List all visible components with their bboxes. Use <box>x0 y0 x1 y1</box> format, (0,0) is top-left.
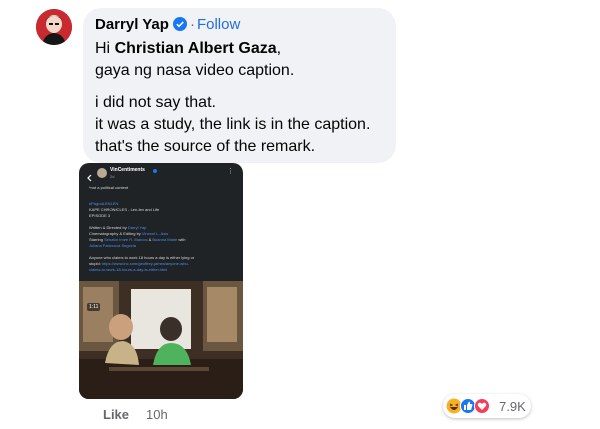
like-button[interactable]: Like <box>103 407 129 422</box>
caption-series: KAPE CHRONICLES - Len-len and Life <box>89 207 160 212</box>
author-name[interactable]: Darryl Yap <box>95 16 169 33</box>
cinema-name: Vincent L. Asis <box>141 231 169 236</box>
quote-link: https://www.inc.com/geoffrey-james/anyon… <box>101 261 189 266</box>
caption-written: Written & Directed by Darryl Yap <box>89 225 146 230</box>
video-duration: 1:11 <box>89 304 99 310</box>
caption-starring-2: Juliana Parizcova Segovia <box>89 243 136 248</box>
caption-starring: Starring Senator Imee R. Marcos & Buanna… <box>89 237 186 242</box>
love-icon <box>474 398 490 414</box>
source-verified-icon <box>153 169 157 173</box>
cinema-prefix: Cinematography & Editing by <box>89 231 142 236</box>
quote-prefix: stupid: <box>89 261 102 266</box>
comment-header: Darryl Yap · Follow <box>95 16 240 35</box>
source-avatar <box>97 168 107 178</box>
source-time: 2d <box>110 174 115 179</box>
caption-line-1: *not a political content <box>89 185 129 190</box>
greeting-text: Hi <box>95 40 115 57</box>
caption-quote-1: Anyone who claims to work 18 hours a day… <box>89 255 195 260</box>
reaction-count: 7.9K <box>499 399 526 414</box>
starring-with: with <box>177 237 186 242</box>
comment-paragraph-1: Hi Christian Albert Gaza, gaya ng nasa v… <box>95 38 294 82</box>
author-avatar[interactable] <box>36 9 72 45</box>
reactions-summary[interactable]: 7.9K <box>443 394 531 418</box>
starring-name-1: Senator Imee R. Marcos <box>104 237 148 242</box>
written-prefix: Written & Directed by <box>89 225 128 230</box>
video-still-image <box>79 281 243 399</box>
caption-cinematography: Cinematography & Editing by Vincent L. A… <box>89 231 168 236</box>
caption-episode: EPISODE 3 <box>89 213 111 218</box>
verified-badge-icon <box>172 17 187 35</box>
greeting-end: , <box>276 40 282 57</box>
more-options-icon: ⋮ <box>227 168 234 175</box>
caption-quote-2: stupid: https://www.inc.com/geoffrey-jam… <box>89 261 189 266</box>
comment-actions: Like 10h <box>103 407 168 422</box>
comment-line-5: that's the source of the remark. <box>95 138 316 155</box>
comment-paragraph-2: i did not say that. it was a study, the … <box>95 92 370 158</box>
follow-button[interactable]: Follow <box>197 16 240 33</box>
comment-line-4: it was a study, the link is in the capti… <box>95 116 371 133</box>
source-account-name: VinCentiments <box>110 167 145 173</box>
written-name: Darryl Yap <box>127 225 147 230</box>
starring-name-2: Buanna Marie <box>152 237 178 242</box>
mention-link[interactable]: Christian Albert Gaza <box>115 40 277 57</box>
comment-line-3: i did not say that. <box>95 94 216 111</box>
attached-screenshot[interactable]: VinCentiments 2d ⋮ *not a political cont… <box>79 163 243 399</box>
comment-bubble: Darryl Yap · Follow Hi Christian Albert Ga… <box>83 8 396 163</box>
starring-prefix: Starring <box>89 237 105 242</box>
comment-timestamp[interactable]: 10h <box>146 407 168 422</box>
caption-quote-3: claims-to-work-18-hours-a-day-is-either.… <box>89 267 168 272</box>
comment-line-1: Hi Christian Albert Gaza, <box>95 38 294 60</box>
comment-line-2: gaya ng nasa video caption. <box>95 62 295 79</box>
separator-dot: · <box>189 16 195 33</box>
video-duration-badge: 1:11 <box>87 303 101 311</box>
caption-hashtag: #PagodLENLEN <box>89 201 119 206</box>
